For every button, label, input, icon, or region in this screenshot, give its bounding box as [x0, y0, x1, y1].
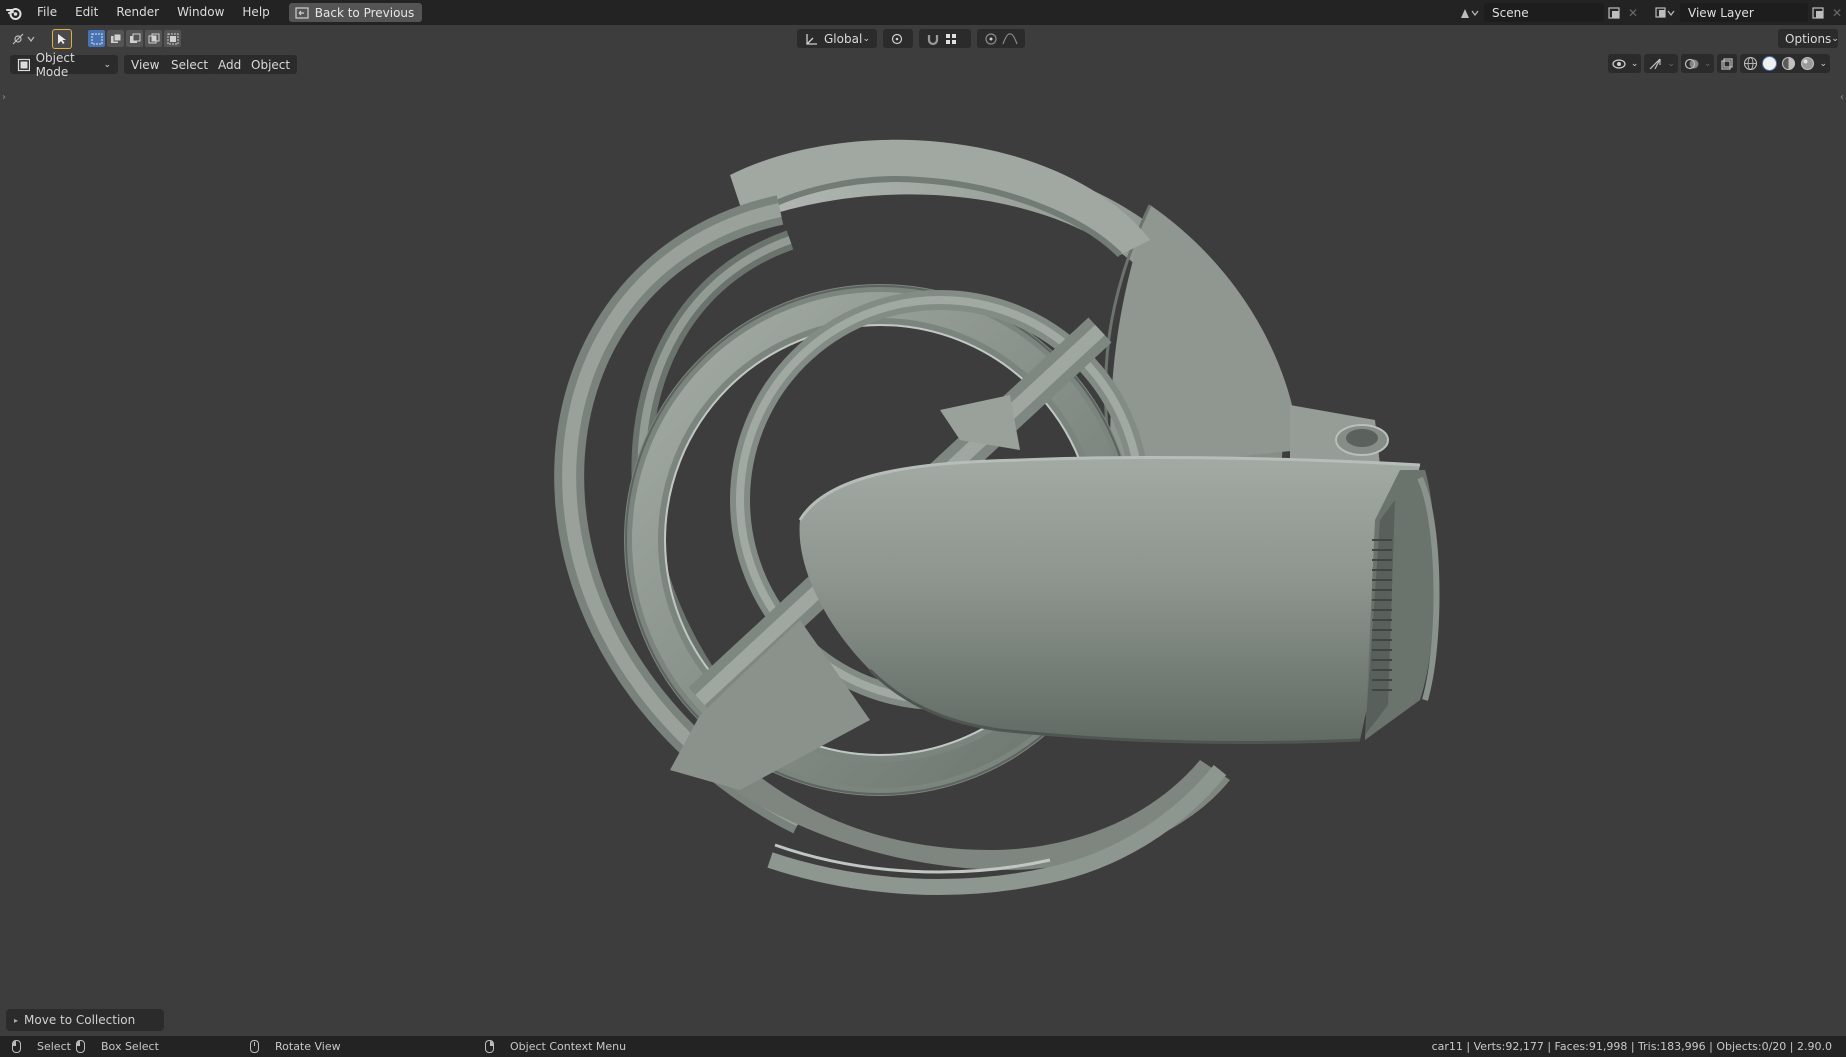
mouse-middle-icon: [250, 1040, 259, 1053]
redo-panel-move-to-collection[interactable]: ▸ Move to Collection: [6, 1009, 164, 1031]
mouse-left-icon: [12, 1040, 21, 1053]
3d-model-render[interactable]: [0, 0, 1846, 1057]
status-rotate-hint: Rotate View: [250, 1040, 341, 1053]
status-box-select-label: Box Select: [101, 1040, 159, 1053]
status-box-select-hint: Box Select: [76, 1040, 159, 1053]
status-context-hint: Object Context Menu: [485, 1040, 626, 1053]
status-rotate-label: Rotate View: [275, 1040, 341, 1053]
mouse-drag-icon: [76, 1040, 85, 1053]
status-context-label: Object Context Menu: [510, 1040, 627, 1053]
status-select-hint: Select: [12, 1040, 71, 1053]
redo-panel-label: Move to Collection: [24, 1013, 136, 1027]
status-select-label: Select: [37, 1040, 71, 1053]
status-bar: Select Box Select Rotate View Object Con…: [0, 1036, 1846, 1057]
scene-statistics: car11 | Verts:92,177 | Faces:91,998 | Tr…: [1431, 1040, 1832, 1053]
expand-triangle-icon: ▸: [14, 1015, 19, 1025]
mouse-right-icon: [485, 1040, 494, 1053]
